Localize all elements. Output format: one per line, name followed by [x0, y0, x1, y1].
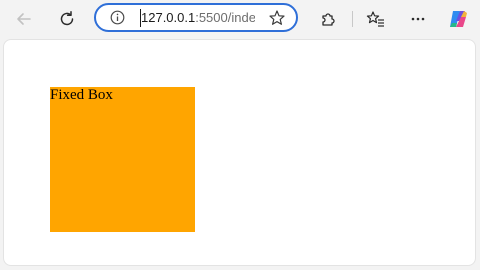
- refresh-button[interactable]: [53, 5, 81, 33]
- back-icon: [17, 13, 31, 25]
- favorites-button[interactable]: [362, 5, 390, 33]
- copilot-button[interactable]: [444, 5, 472, 33]
- fixed-box: Fixed Box: [50, 87, 195, 232]
- info-icon[interactable]: [110, 10, 125, 25]
- more-icon: [411, 17, 425, 21]
- browser-toolbar: 127.0.0.1:5500/inde: [0, 0, 480, 38]
- back-button[interactable]: [10, 5, 38, 33]
- url-text[interactable]: 127.0.0.1:5500/inde: [141, 10, 255, 26]
- star-icon[interactable]: [268, 9, 286, 27]
- url-rest: :5500/inde: [195, 10, 255, 25]
- page-viewport: Fixed Box: [3, 39, 476, 266]
- fixed-box-label: Fixed Box: [50, 87, 113, 103]
- toolbar-separator: [352, 11, 353, 27]
- extensions-button[interactable]: [314, 5, 342, 33]
- favorites-icon: [366, 11, 384, 27]
- copilot-icon: [450, 11, 467, 27]
- refresh-icon: [60, 11, 74, 26]
- address-bar[interactable]: 127.0.0.1:5500/inde: [94, 3, 298, 32]
- puzzle-icon: [322, 13, 335, 26]
- url-host: 127.0.0.1: [141, 10, 196, 25]
- more-button[interactable]: [404, 5, 432, 33]
